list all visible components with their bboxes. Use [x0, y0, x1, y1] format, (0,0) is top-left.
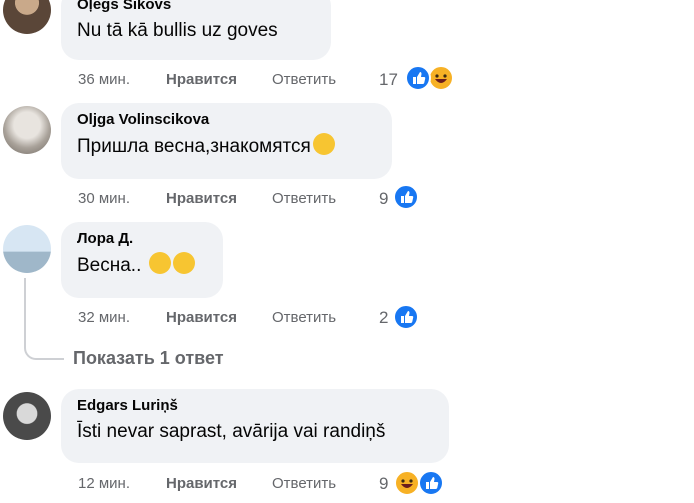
comment-text: Пришла весна,знакомятся: [77, 136, 311, 157]
comment-time[interactable]: 30 мин.: [78, 189, 130, 209]
comment-text-row: Весна..: [77, 252, 207, 279]
comment-text-row: Пришла весна,знакомятся: [77, 133, 376, 160]
haha-icon[interactable]: [428, 65, 454, 91]
comment-author[interactable]: Лора Д.: [77, 230, 207, 248]
like-button[interactable]: Нравится: [166, 189, 237, 209]
comment-text: Īsti nevar saprast, avārija vai randiņš: [77, 421, 386, 442]
show-replies-link[interactable]: Показать 1 ответ: [73, 348, 224, 369]
reaction-count[interactable]: 9: [379, 189, 388, 209]
reaction-count[interactable]: 17: [379, 70, 398, 90]
comment-author[interactable]: Edgars Luriņš: [77, 397, 433, 415]
reply-button: Ответить: [272, 71, 337, 88]
comment-text: Nu tā kā bullis uz goves: [77, 20, 278, 41]
comment-author[interactable]: Olјga Volinscikova: [77, 111, 376, 129]
like-button[interactable]: Нравится: [166, 70, 237, 90]
comment-time[interactable]: 32 мин.: [78, 308, 130, 328]
comment-bubble: Лора Д. Весна..: [61, 222, 223, 298]
comment-bubble: Olјga Volinscikova Пришла весна,знакомят…: [61, 103, 392, 179]
relieved-emoji: [148, 252, 171, 274]
comment-author[interactable]: Oļegs Sikovs: [77, 0, 315, 14]
avatar[interactable]: [3, 106, 51, 154]
reply-button: Ответить: [272, 190, 337, 207]
avatar[interactable]: [3, 225, 51, 273]
like-icon[interactable]: [405, 65, 431, 91]
comment-bubble: Oļegs Sikovs Nu tā kā bullis uz goves: [61, 0, 331, 60]
like-icon[interactable]: [418, 470, 444, 496]
avatar[interactable]: [3, 392, 51, 440]
like-icon[interactable]: [393, 304, 419, 330]
reply-button: Ответить: [272, 309, 337, 326]
avatar[interactable]: [3, 0, 51, 34]
comment-time[interactable]: 36 мин.: [78, 70, 130, 90]
haha-icon[interactable]: [394, 470, 420, 496]
rofl-emoji: [312, 133, 335, 155]
reaction-count[interactable]: 9: [379, 474, 388, 494]
comment-text: Весна..: [77, 255, 142, 276]
reaction-count[interactable]: 2: [379, 308, 388, 328]
thread-connector: [24, 278, 64, 360]
like-icon[interactable]: [393, 184, 419, 210]
comment-bubble: Edgars Luriņš Īsti nevar saprast, avārij…: [61, 389, 449, 463]
grin-emoji: [172, 252, 195, 274]
like-button[interactable]: Нравится: [166, 474, 237, 494]
comment-time[interactable]: 12 мин.: [78, 474, 130, 494]
reply-button: Ответить: [272, 475, 337, 492]
like-button[interactable]: Нравится: [166, 308, 237, 328]
